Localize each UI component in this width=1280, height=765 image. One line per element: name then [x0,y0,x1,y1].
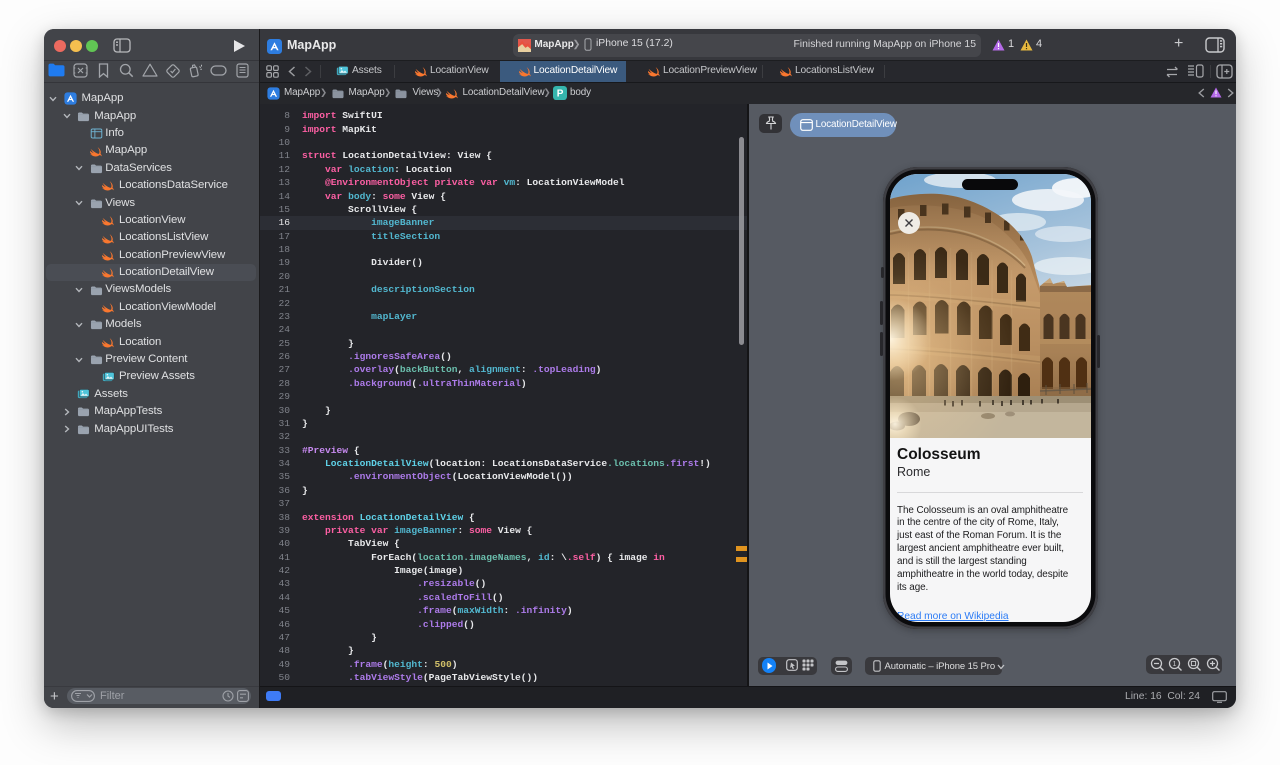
svg-text:1: 1 [1173,661,1177,668]
svg-text:P: P [557,89,564,100]
